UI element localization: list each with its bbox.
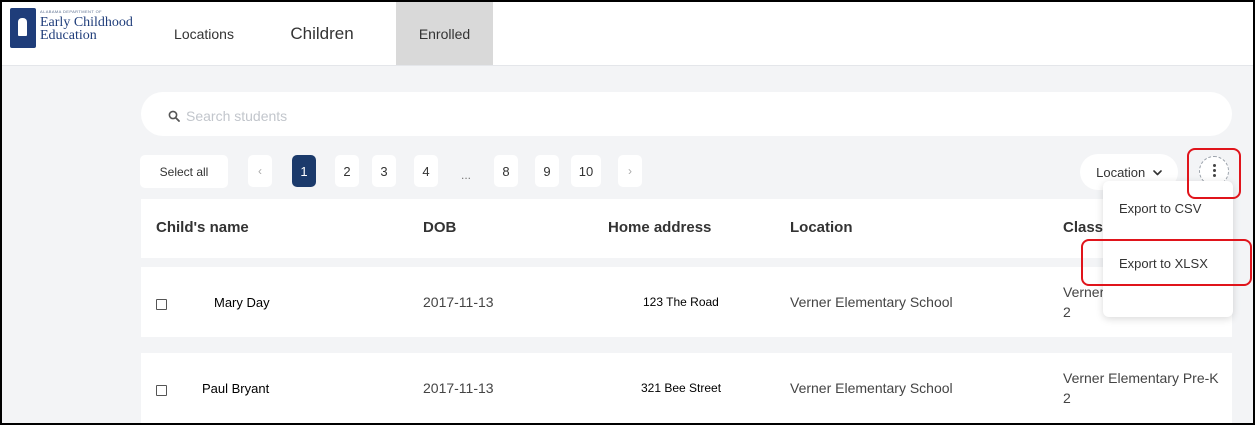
- table-header: Child's name DOB Home address Location C…: [141, 199, 1232, 258]
- next-page-button[interactable]: ›: [618, 155, 642, 187]
- page-button-10[interactable]: 10: [571, 155, 601, 187]
- cell-dob: 2017-11-13: [423, 294, 494, 310]
- search-icon: [168, 110, 180, 122]
- search-input[interactable]: [186, 104, 786, 128]
- page-button-9[interactable]: 9: [535, 155, 559, 187]
- app-frame: ALABAMA DEPARTMENT OF Early Childhood Ed…: [0, 0, 1255, 425]
- column-header-dob: DOB: [423, 219, 457, 236]
- cell-address: 123 The Road: [643, 295, 719, 309]
- column-header-address: Home address: [608, 219, 712, 236]
- logo-text-line2: Education: [40, 28, 97, 43]
- select-all-button[interactable]: Select all: [140, 155, 228, 188]
- page-button-1[interactable]: 1: [292, 155, 316, 187]
- page-button-2[interactable]: 2: [335, 155, 359, 187]
- top-nav-bar: ALABAMA DEPARTMENT OF Early Childhood Ed…: [2, 2, 1253, 66]
- table-row[interactable]: Mary Day 2017-11-13 123 The Road Verner …: [141, 267, 1232, 337]
- export-xlsx-menu-item[interactable]: Export to XLSX: [1103, 245, 1233, 281]
- cell-address: 321 Bee Street: [641, 381, 722, 395]
- logo: ALABAMA DEPARTMENT OF Early Childhood Ed…: [10, 8, 145, 52]
- export-dropdown-menu: Export to CSV Export to XLSX: [1103, 181, 1233, 317]
- row-checkbox[interactable]: [156, 299, 167, 310]
- page-button-3[interactable]: 3: [372, 155, 396, 187]
- table-row[interactable]: Paul Bryant 2017-11-13 321 Bee Street Ve…: [141, 353, 1232, 423]
- more-vertical-icon: [1213, 164, 1216, 167]
- logo-mark-icon: [10, 8, 36, 48]
- page-button-8[interactable]: 8: [494, 155, 518, 187]
- page-button-4[interactable]: 4: [414, 155, 438, 187]
- column-header-location: Location: [790, 219, 853, 236]
- cell-name: Paul Bryant: [202, 380, 270, 396]
- export-csv-menu-item[interactable]: Export to CSV: [1103, 190, 1233, 226]
- logo-small-text: ALABAMA DEPARTMENT OF: [40, 9, 102, 14]
- row-checkbox[interactable]: [156, 385, 167, 396]
- pagination-ellipsis: ...: [460, 168, 471, 182]
- location-filter-label: Location: [1096, 164, 1146, 180]
- cell-dob: 2017-11-13: [423, 380, 494, 396]
- cell-location: Verner Elementary School: [790, 294, 953, 310]
- cell-location: Verner Elementary School: [790, 380, 953, 396]
- prev-page-button[interactable]: ‹: [248, 155, 272, 187]
- tab-locations[interactable]: Locations: [162, 2, 246, 65]
- tab-children[interactable]: Children: [272, 2, 372, 65]
- chevron-down-icon: [1153, 170, 1162, 176]
- cell-classroom: Verner Elementary Pre-K 2: [1063, 370, 1219, 406]
- cell-name: Mary Day: [214, 294, 270, 310]
- column-header-name: Child's name: [156, 219, 249, 236]
- tab-enrolled[interactable]: Enrolled: [396, 2, 493, 65]
